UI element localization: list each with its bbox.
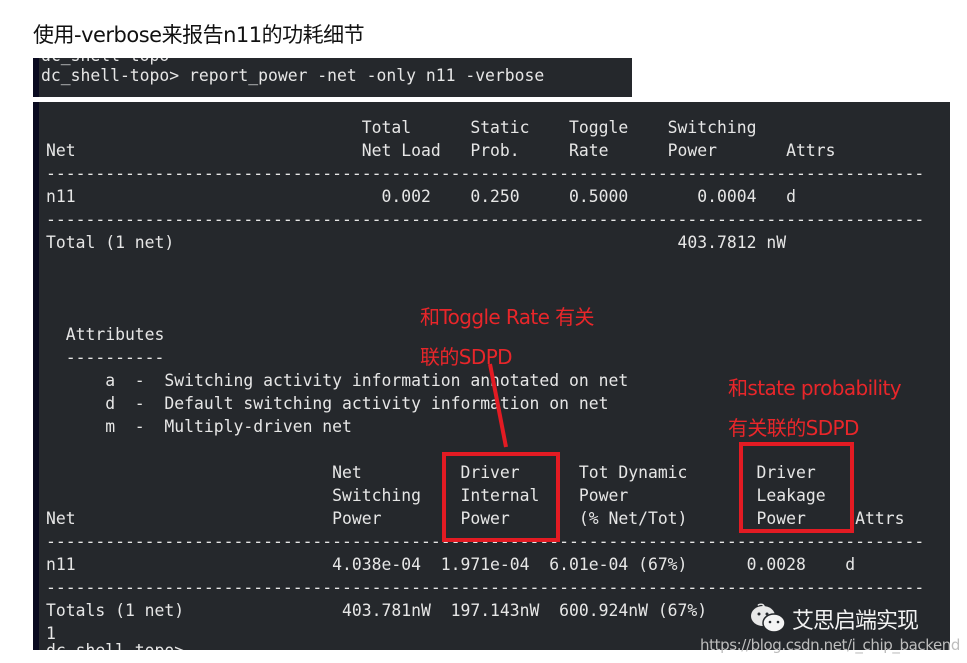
verbose-row-n11: n11 4.038e-04 1.971e-04 6.01e-04 (67%) 0… bbox=[46, 555, 856, 574]
command-line: dc_shell-topo> report_power -net -only n… bbox=[41, 66, 545, 85]
attributes-separator: ---------- bbox=[46, 348, 165, 367]
page-caption: 使用-verbose来报告n11的功耗细节 bbox=[33, 23, 365, 47]
command-terminal: dc_shell-topo dc_shell-topo> report_powe… bbox=[33, 58, 632, 97]
watermark-brand: 艾思启端实现 bbox=[792, 609, 919, 634]
state-prob-annotation-line1: 和state probability bbox=[728, 376, 902, 400]
watermark-url: https://blog.csdn.net/i_chip_backend bbox=[700, 636, 961, 654]
separator-line: ----------------------------------------… bbox=[46, 210, 925, 229]
clipped-prompt-line: dc_shell-topo> bbox=[46, 639, 194, 650]
total-row: Total (1 net) 403.7812 nW bbox=[46, 233, 787, 252]
attributes-heading: Attributes bbox=[46, 325, 165, 344]
header-line-2: Net Net Load Prob. Rate Power Attrs bbox=[46, 141, 836, 160]
verbose-totals-row: Totals (1 net) 403.781nW 197.143nW 600.9… bbox=[46, 601, 767, 620]
highlight-box-driver-internal-power bbox=[442, 452, 560, 542]
header-line-1: Total Static Toggle Switching bbox=[46, 118, 757, 137]
toggle-rate-annotation-line2: 联的SDPD bbox=[420, 345, 513, 369]
toggle-rate-annotation-line1: 和Toggle Rate 有关 bbox=[420, 305, 594, 329]
net-row-n11: n11 0.002 0.250 0.5000 0.0004 d bbox=[46, 187, 796, 206]
separator-line: ----------------------------------------… bbox=[46, 578, 925, 597]
attribute-a: a - Switching activity information annot… bbox=[46, 371, 629, 390]
verbose-header-line-2: Switching Internal Power Leakage bbox=[46, 486, 826, 505]
attribute-d: d - Default switching activity informati… bbox=[46, 394, 609, 413]
attribute-m: m - Multiply-driven net bbox=[46, 417, 352, 436]
highlight-box-driver-leakage-power bbox=[739, 442, 854, 533]
wechat-icon bbox=[751, 606, 786, 633]
separator-line: ----------------------------------------… bbox=[46, 164, 925, 183]
state-prob-annotation-line2: 有关联的SDPD bbox=[728, 416, 859, 440]
verbose-header-line-1: Net Driver Tot Dynamic Driver bbox=[46, 463, 816, 482]
